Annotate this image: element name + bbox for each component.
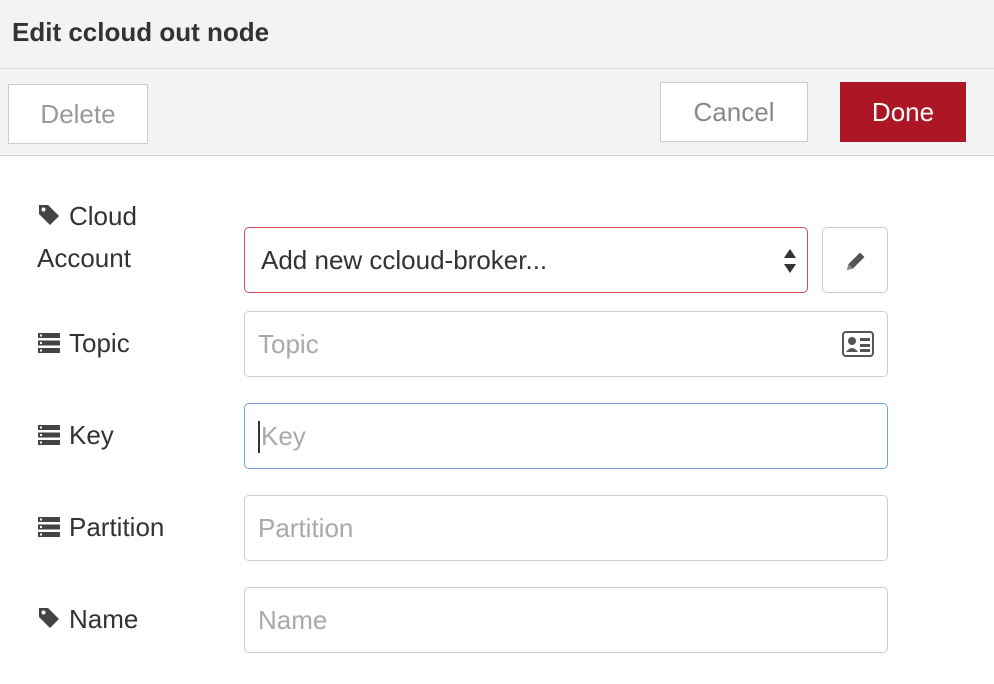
dialog-title-bar: Edit ccloud out node: [0, 0, 994, 69]
partition-label: Partition: [37, 507, 164, 549]
name-label: Name: [37, 599, 138, 641]
partition-input[interactable]: Partition: [244, 495, 888, 561]
cloud-account-selected-value: Add new ccloud-broker...: [261, 245, 548, 275]
tag-icon: [37, 601, 61, 641]
topic-label: Topic: [37, 323, 130, 365]
id-card-icon[interactable]: [842, 331, 874, 362]
list-icon: [37, 325, 61, 365]
pencil-icon: [847, 252, 865, 270]
list-icon: [37, 509, 61, 549]
select-arrows-icon: [783, 248, 797, 279]
cloud-account-label: Cloud Account: [37, 196, 137, 278]
delete-button[interactable]: Delete: [8, 84, 148, 144]
topic-placeholder: Topic: [258, 329, 319, 359]
text-caret: [258, 421, 260, 453]
done-button[interactable]: Done: [840, 82, 966, 142]
dialog-title: Edit ccloud out node: [12, 17, 270, 47]
tag-icon: [37, 198, 61, 238]
name-input[interactable]: Name: [244, 587, 888, 653]
cloud-account-select[interactable]: Add new ccloud-broker...: [244, 227, 808, 293]
name-placeholder: Name: [258, 605, 328, 635]
key-placeholder: Key: [261, 421, 306, 451]
topic-input[interactable]: Topic: [244, 311, 888, 377]
partition-placeholder: Partition: [258, 513, 354, 543]
dialog-toolbar: Delete Cancel Done: [0, 69, 994, 156]
key-input[interactable]: Key: [244, 403, 888, 469]
cancel-button[interactable]: Cancel: [660, 82, 808, 142]
list-icon: [37, 417, 61, 457]
key-label: Key: [37, 415, 114, 457]
edit-cloud-account-button[interactable]: [822, 227, 888, 293]
